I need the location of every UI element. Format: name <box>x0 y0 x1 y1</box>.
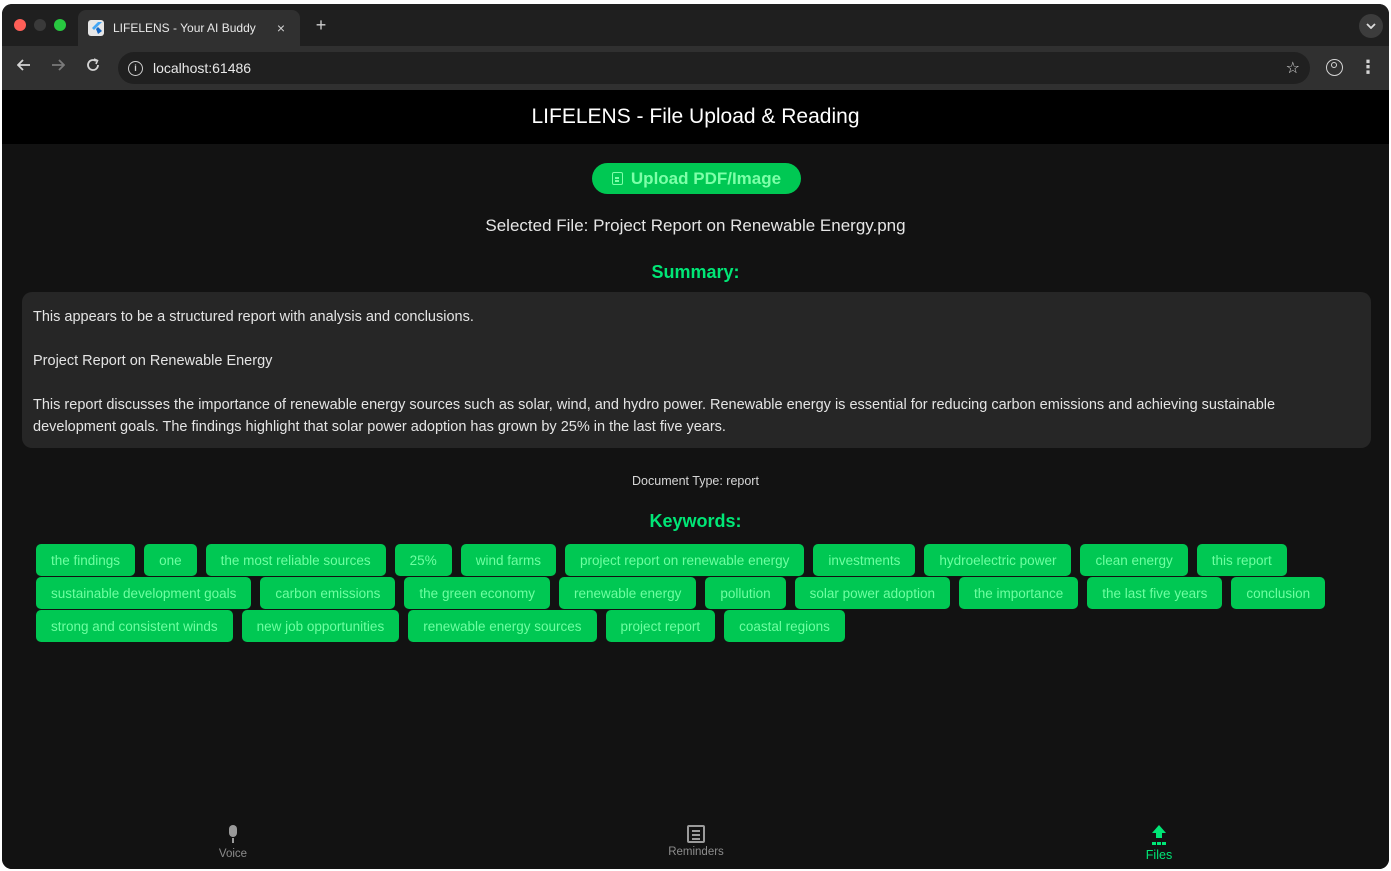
tab-strip: LIFELENS - Your AI Buddy × + <box>2 4 1389 46</box>
nav-item-files[interactable]: Files <box>1099 825 1219 862</box>
keyword-chip[interactable]: investments <box>813 544 916 576</box>
upload-button-label: Upload PDF/Image <box>630 168 782 188</box>
summary-paragraph: This report discusses the importance of … <box>33 397 1276 435</box>
new-tab-button[interactable]: + <box>310 14 332 36</box>
info-icon[interactable]: i <box>128 60 143 76</box>
keyword-chip[interactable]: pollution <box>705 577 786 609</box>
keyword-chip[interactable]: clean energy <box>1080 544 1188 576</box>
address-bar[interactable]: i localhost:61486 ☆ <box>118 52 1310 84</box>
keyword-chip[interactable]: solar power adoption <box>794 577 950 609</box>
keyword-chip[interactable]: new job opportunities <box>241 610 400 642</box>
summary-paragraph: Project Report on Renewable Energy <box>33 353 273 369</box>
keyword-chip[interactable]: strong and consistent winds <box>36 610 233 642</box>
profile-icon[interactable] <box>1326 59 1343 76</box>
keyword-chip[interactable]: sustainable development goals <box>36 577 252 609</box>
app-bar: LIFELENS - File Upload & Reading <box>2 90 1389 144</box>
keyword-chip[interactable]: project report on renewable energy <box>564 544 805 576</box>
nav-item-reminders[interactable]: Reminders <box>636 825 756 858</box>
upload-icon <box>1150 825 1168 845</box>
keyword-chip[interactable]: this report <box>1196 544 1287 576</box>
flutter-icon <box>88 20 104 36</box>
keyword-chip[interactable]: renewable energy sources <box>408 610 597 642</box>
back-icon[interactable] <box>12 56 36 80</box>
keyword-chip[interactable]: carbon emissions <box>260 577 396 609</box>
keyword-chip[interactable]: coastal regions <box>724 610 845 642</box>
menu-icon[interactable]: ⋮ <box>1359 57 1377 77</box>
keyword-chip[interactable]: the importance <box>958 577 1079 609</box>
summary-paragraph: This appears to be a structured report w… <box>33 309 474 325</box>
bottom-navigation: Voice Reminders Files <box>2 809 1389 869</box>
mic-icon <box>223 825 243 845</box>
page-title: LIFELENS - File Upload & Reading <box>531 105 860 128</box>
keyword-chip[interactable]: hydroelectric power <box>924 544 1072 576</box>
summary-heading: Summary: <box>651 262 740 282</box>
document-type: Document Type: report <box>632 474 759 488</box>
nav-label: Voice <box>218 848 248 860</box>
close-icon[interactable]: × <box>272 20 290 36</box>
keyword-chip[interactable]: the last five years <box>1087 577 1223 609</box>
main-content: Upload PDF/Image Selected File: Project … <box>2 144 1389 809</box>
browser-tab[interactable]: LIFELENS - Your AI Buddy × <box>78 10 300 46</box>
summary-card: This appears to be a structured report w… <box>22 292 1371 448</box>
url-text: localhost:61486 <box>153 60 252 76</box>
keyword-chip[interactable]: project report <box>605 610 716 642</box>
keyword-chip[interactable]: 25% <box>394 544 452 576</box>
keyword-chip[interactable]: wind farms <box>460 544 556 576</box>
selected-file-text: Selected File: Project Report on Renewab… <box>485 216 906 235</box>
file-icon <box>611 172 623 185</box>
keywords-heading: Keywords: <box>649 511 742 531</box>
forward-icon[interactable] <box>46 56 70 80</box>
nav-item-voice[interactable]: Voice <box>173 825 293 860</box>
reload-icon[interactable] <box>81 56 105 80</box>
nav-label: Reminders <box>668 846 724 858</box>
nav-label: Files <box>1145 848 1173 862</box>
keyword-chip[interactable]: the green economy <box>404 577 550 609</box>
keyword-chip[interactable]: one <box>144 544 197 576</box>
upload-button[interactable]: Upload PDF/Image <box>592 163 801 194</box>
browser-window: LIFELENS - Your AI Buddy × + i localhost… <box>2 4 1389 869</box>
keyword-chip[interactable]: renewable energy <box>559 577 697 609</box>
close-window-button[interactable] <box>14 19 26 31</box>
browser-toolbar: i localhost:61486 ☆ ⋮ <box>2 46 1389 90</box>
keyword-list: the findings one the most reliable sourc… <box>36 544 1366 642</box>
keyword-chip[interactable]: the most reliable sources <box>205 544 386 576</box>
star-icon[interactable]: ☆ <box>1286 58 1300 78</box>
maximize-window-button[interactable] <box>54 19 66 31</box>
minimize-window-button[interactable] <box>34 19 46 31</box>
list-icon <box>687 825 705 843</box>
chevron-down-icon[interactable] <box>1359 14 1383 38</box>
tab-title: LIFELENS - Your AI Buddy <box>113 21 256 35</box>
keyword-chip[interactable]: conclusion <box>1231 577 1326 609</box>
window-controls <box>14 19 66 31</box>
keyword-chip[interactable]: the findings <box>36 544 136 576</box>
